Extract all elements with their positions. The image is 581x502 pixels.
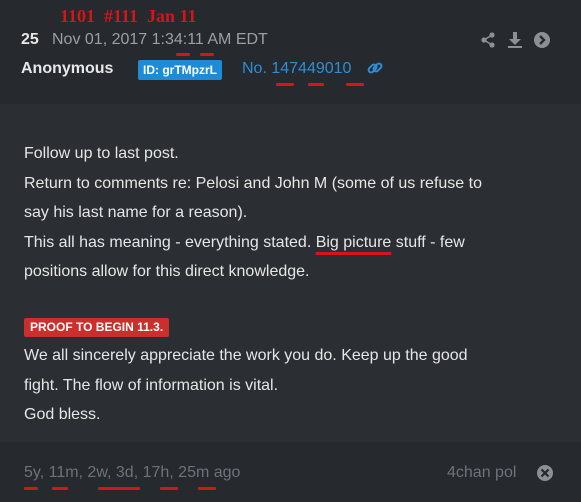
link-icon[interactable]	[366, 59, 384, 77]
post-date: Nov 01, 2017 1:34:11 AM EDT	[52, 31, 268, 48]
annotation-underline	[346, 83, 364, 86]
annotation-underline	[198, 487, 216, 490]
annotation-underline	[160, 487, 178, 490]
download-icon[interactable]	[506, 31, 524, 49]
annotation-underline	[52, 487, 68, 490]
body-text: stuff - few	[391, 233, 465, 251]
post-number: 25	[21, 31, 39, 48]
close-icon[interactable]	[536, 464, 554, 482]
annotation-underline	[176, 53, 190, 56]
proof-badge: PROOF TO BEGIN 11.3.	[24, 318, 170, 337]
post-no-value[interactable]: 147449010	[271, 60, 351, 77]
annotation-underline	[308, 83, 324, 86]
body-line: positions allow for this direct knowledg…	[24, 263, 310, 280]
body-line: This all has meaning - everything stated…	[24, 228, 564, 258]
handwritten-annotation: 1101 #111 Jan 11	[60, 6, 197, 26]
post-body-continued: We all sincerely appreciate the work you…	[24, 341, 564, 430]
body-text: This all has meaning - everything stated…	[24, 233, 316, 251]
body-line: We all sincerely appreciate the work you…	[24, 347, 468, 364]
body-line: Follow up to last post.	[24, 145, 179, 162]
annotation-underline	[200, 53, 214, 56]
body-line: say his last name for a reason).	[24, 204, 248, 221]
annotation-underline	[98, 487, 140, 490]
post-body: Follow up to last post. Return to commen…	[24, 139, 564, 287]
post-no-label: No.	[242, 60, 267, 77]
post-author: Anonymous	[21, 60, 114, 77]
post-source[interactable]: 4chan pol	[447, 464, 516, 482]
post-age: 5y, 11m, 2w, 3d, 17h, 25m ago	[24, 464, 241, 481]
post-header: 1101 #111 Jan 11 25 Nov 01, 2017 1:34:11…	[0, 0, 581, 104]
annotation-underline	[24, 487, 38, 490]
body-line: fight. The flow of information is vital.	[24, 376, 279, 394]
id-badge[interactable]: ID: grTMpzrL	[138, 60, 222, 80]
body-line: Return to comments re: Pelosi and John M…	[24, 174, 482, 192]
big-picture-text: Big picture	[315, 233, 392, 251]
annotation-underline	[276, 83, 294, 86]
share-icon[interactable]	[479, 31, 497, 49]
post-no[interactable]: No. 147449010	[242, 60, 351, 78]
forward-icon[interactable]	[533, 31, 551, 49]
body-line: God bless.	[24, 406, 101, 423]
